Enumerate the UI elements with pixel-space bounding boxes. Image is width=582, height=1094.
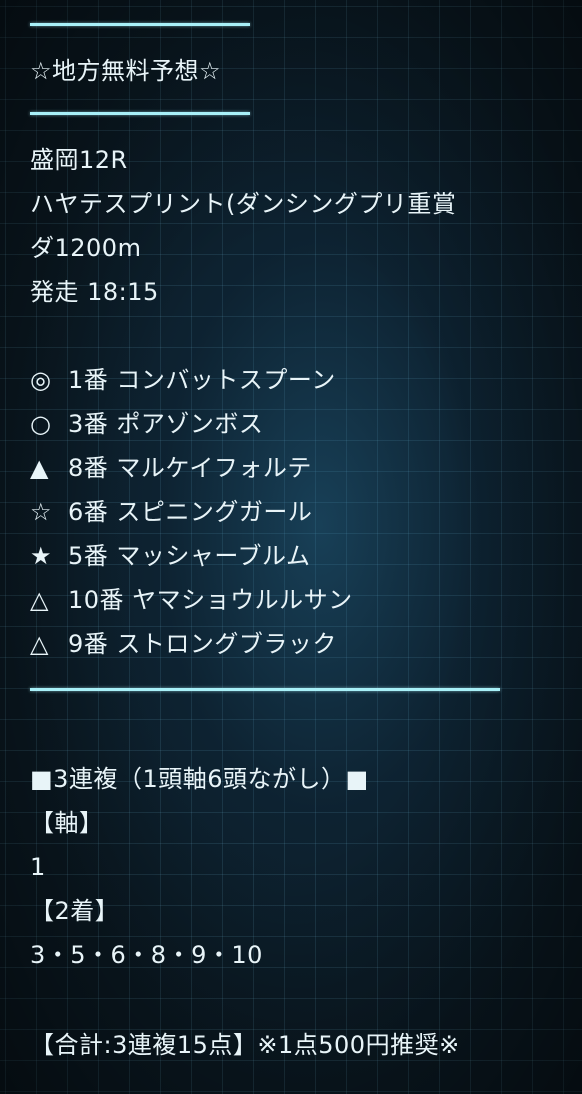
- axis-label: 【軸】: [30, 809, 104, 837]
- title-divider: [30, 112, 250, 115]
- pick-row: ○ 3番 ポアゾンボス: [30, 409, 263, 439]
- tanana-mark: ▲: [30, 454, 49, 482]
- star-filled-mark: ★: [30, 542, 53, 570]
- race-course: ダ1200m: [30, 234, 142, 262]
- race-venue: 盛岡12R: [30, 146, 128, 174]
- pick-text: 3番 ポアゾンボス: [68, 410, 264, 438]
- pick-text: 5番 マッシャーブルム: [68, 542, 311, 570]
- pick-row: △ 10番 ヤマショウルルサン: [30, 585, 353, 615]
- pick-text: 9番 ストロングブラック: [68, 630, 337, 658]
- honmei-mark: ◎: [30, 366, 52, 394]
- race-start-time: 発走 18:15: [30, 278, 159, 306]
- picks-divider: [30, 688, 500, 691]
- pick-row: △ 9番 ストロングブラック: [30, 629, 337, 659]
- renka-mark: △: [30, 630, 49, 658]
- star-outline-mark: ☆: [30, 498, 53, 526]
- second-place-value: 3・5・6・8・9・10: [30, 941, 263, 969]
- pick-row: ▲ 8番 マルケイフォルテ: [30, 453, 312, 483]
- pick-text: 8番 マルケイフォルテ: [68, 454, 312, 482]
- pick-text: 10番 ヤマショウルルサン: [68, 586, 353, 614]
- top-divider: [30, 23, 250, 26]
- renka-mark: △: [30, 586, 49, 614]
- pick-text: 1番 コンバットスプーン: [68, 366, 336, 394]
- page-title: ☆地方無料予想☆: [30, 57, 222, 85]
- pick-text: 6番 スピニングガール: [68, 498, 313, 526]
- pick-row: ★ 5番 マッシャーブルム: [30, 541, 310, 571]
- axis-value: 1: [30, 853, 46, 881]
- pick-row: ☆ 6番 スピニングガール: [30, 497, 312, 527]
- race-name: ハヤテスプリント(ダンシングプリ重賞: [30, 190, 457, 218]
- bet-type-heading: ■3連複（1頭軸6頭ながし）■: [30, 765, 369, 793]
- bet-total: 【合計:3連複15点】※1点500円推奨※: [30, 1031, 460, 1059]
- second-place-label: 【2着】: [30, 897, 120, 925]
- taikou-mark: ○: [30, 410, 52, 438]
- pick-row: ◎ 1番 コンバットスプーン: [30, 365, 336, 395]
